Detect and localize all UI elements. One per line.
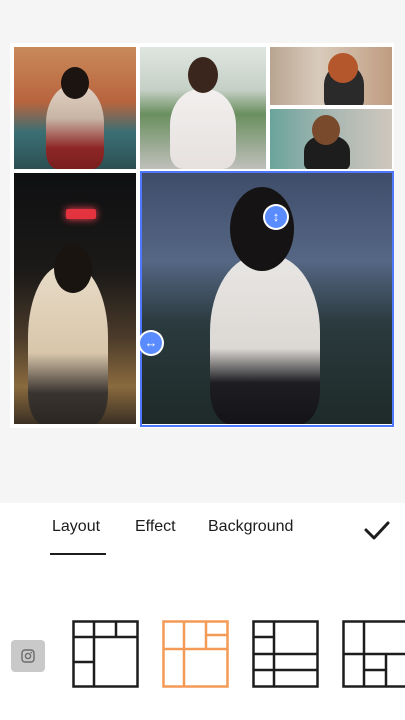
tab-layout[interactable]: Layout [52, 518, 100, 536]
collage-cell-3[interactable] [270, 47, 392, 105]
collage-canvas-area: ↕ ↔ [0, 0, 405, 503]
active-tab-indicator [50, 553, 106, 555]
tab-effect[interactable]: Effect [135, 518, 176, 536]
layout-option-4[interactable] [342, 620, 405, 688]
collage-cell-1[interactable] [14, 47, 136, 169]
horizontal-resize-handle-icon[interactable]: ↔ [140, 332, 162, 354]
tab-background[interactable]: Background [208, 518, 293, 536]
edit-panel: Layout Effect Background [0, 503, 405, 720]
collage-cell-5[interactable] [14, 173, 136, 424]
instagram-button[interactable] [11, 640, 45, 672]
instagram-icon [21, 649, 35, 663]
layout-option-1[interactable] [72, 620, 139, 688]
vertical-resize-handle-icon[interactable]: ↕ [265, 206, 287, 228]
layout-option-3[interactable] [252, 620, 319, 688]
layout-option-2-selected[interactable] [162, 620, 229, 688]
collage-board: ↕ ↔ [10, 43, 394, 428]
check-icon [364, 521, 390, 540]
collage-cell-4[interactable] [270, 109, 392, 169]
confirm-button[interactable] [362, 515, 392, 545]
collage-cell-2[interactable] [140, 47, 266, 169]
